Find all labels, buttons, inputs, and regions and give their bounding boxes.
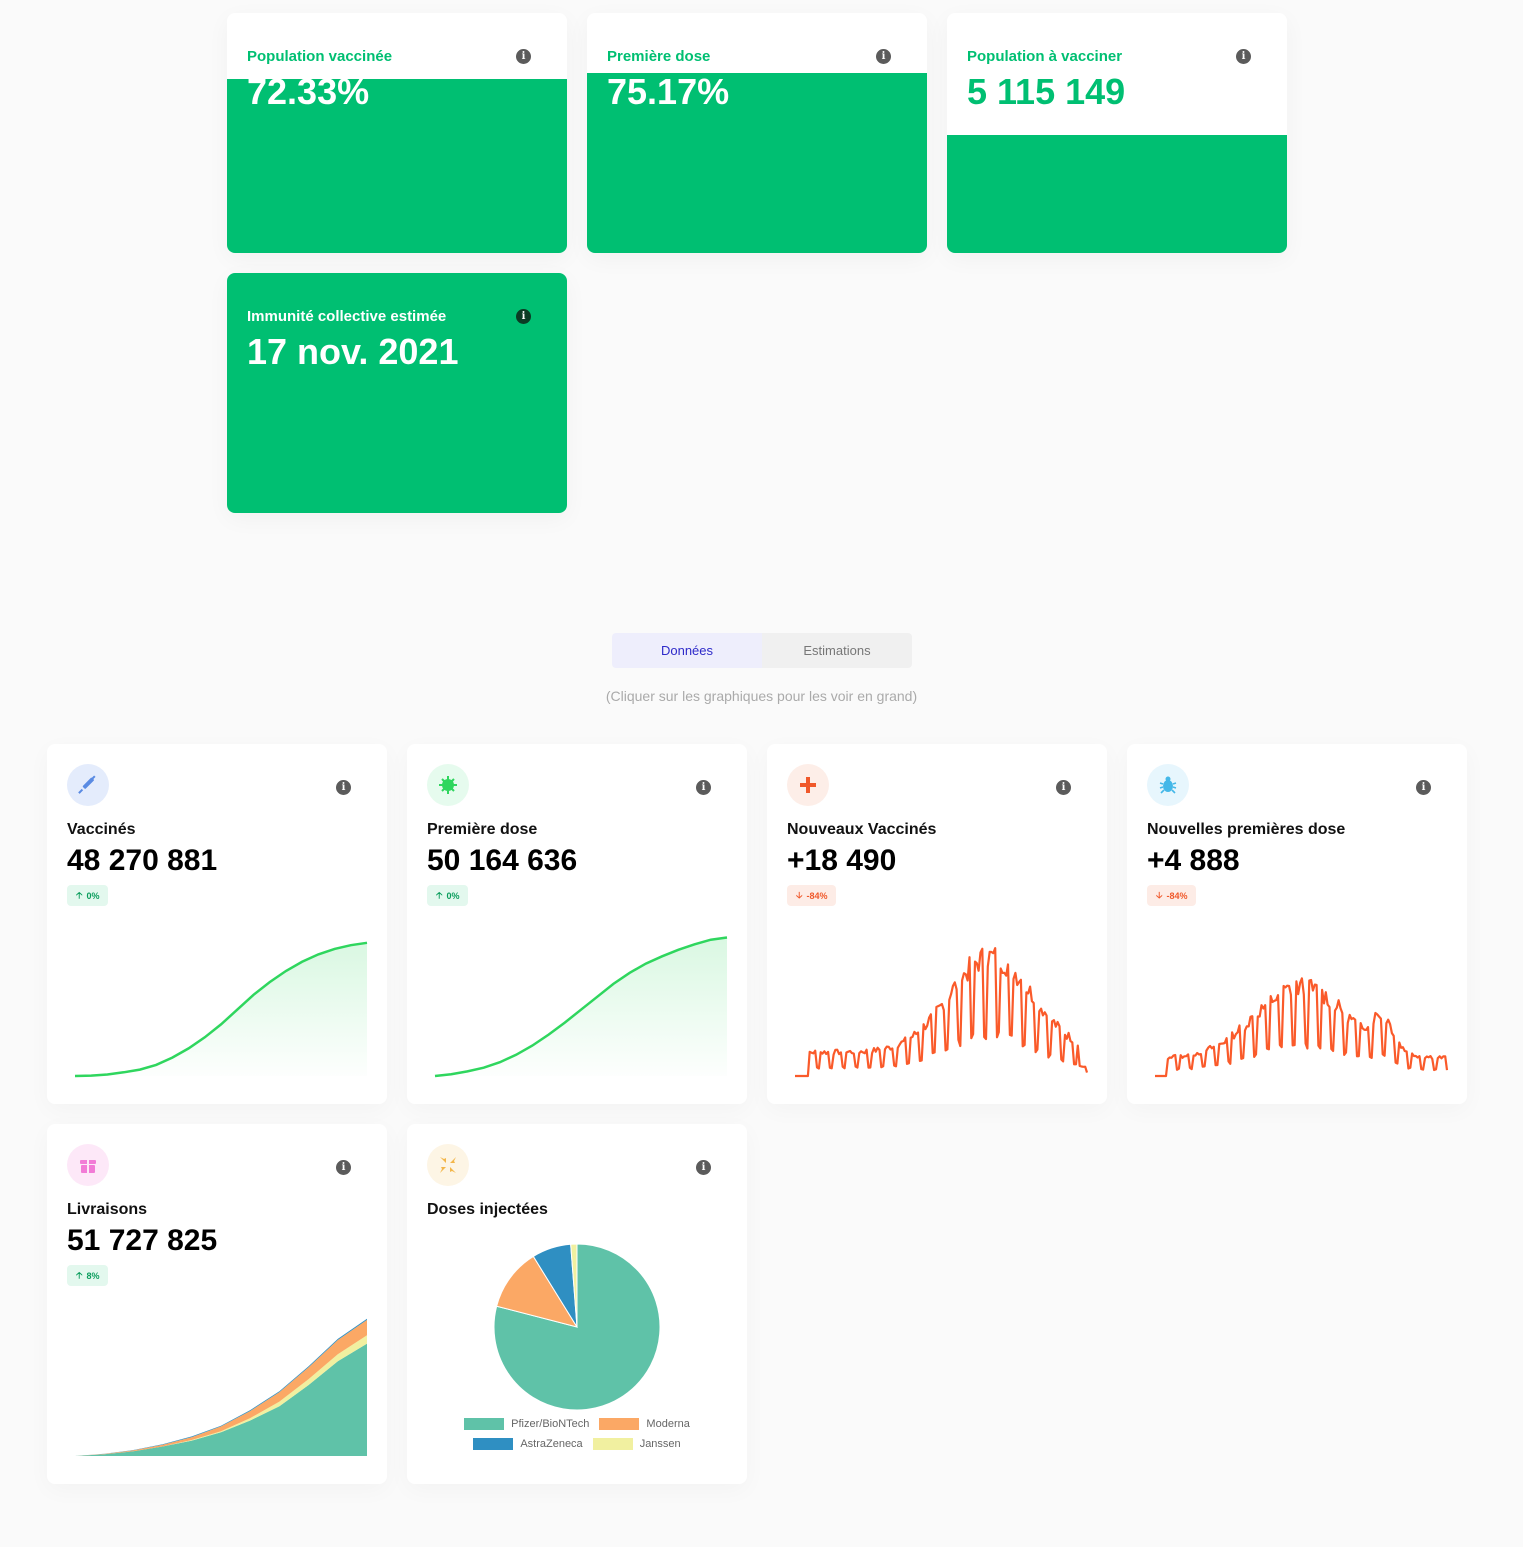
info-icon[interactable] bbox=[876, 49, 891, 64]
avatar bbox=[1147, 764, 1189, 806]
arrow-down-icon: 🡣 bbox=[1156, 889, 1163, 900]
legend-swatch bbox=[464, 1418, 505, 1430]
stat-value: 75.17% bbox=[607, 71, 730, 112]
card-value: +18 490 bbox=[787, 844, 897, 877]
stat-card-population-vaccinee[interactable]: Population vaccinée 72.33% bbox=[227, 13, 567, 253]
chart-vaccines[interactable] bbox=[47, 924, 387, 1084]
card-title: Doses injectées bbox=[427, 1201, 548, 1218]
stat-value: 17 nov. 2021 bbox=[247, 331, 459, 372]
stat-value: 72.33% bbox=[247, 71, 370, 112]
chart-area bbox=[75, 942, 367, 1076]
avatar bbox=[427, 764, 469, 806]
card-title: Nouvelles premières dose bbox=[1147, 821, 1346, 838]
chart-nouvelles-premieres-dose[interactable] bbox=[1127, 924, 1467, 1084]
card-title: Livraisons bbox=[67, 1201, 148, 1218]
chart-line bbox=[1155, 977, 1449, 1078]
view-tabs: Données Estimations bbox=[612, 633, 912, 668]
info-icon[interactable] bbox=[696, 780, 711, 795]
tab-estimations[interactable]: Estimations bbox=[762, 633, 912, 668]
click-hint: (Cliquer sur les graphiques pour les voi… bbox=[605, 688, 918, 704]
arrow-up-icon: 🡡 bbox=[76, 889, 83, 900]
badge-value: 8% bbox=[86, 1270, 100, 1281]
chart-area bbox=[435, 937, 727, 1076]
avatar bbox=[67, 764, 109, 806]
card-premiere-dose[interactable]: Première dose 50 164 636 🡡0% bbox=[407, 744, 747, 1104]
stat-label: Population vaccinée bbox=[247, 48, 393, 65]
legend-swatch bbox=[599, 1418, 640, 1430]
info-icon[interactable] bbox=[1236, 49, 1251, 64]
trend-badge: 🡡 8% bbox=[67, 1265, 109, 1286]
stat-label: Population à vacciner bbox=[967, 48, 1123, 65]
card-vaccines[interactable]: Vaccinés 48 270 881 🡡0% bbox=[47, 744, 387, 1104]
legend-item[interactable]: Pfizer/BioNTech bbox=[464, 1418, 589, 1430]
info-icon[interactable] bbox=[516, 49, 531, 64]
card-value: 51 727 825 bbox=[67, 1224, 218, 1257]
syringe-icon bbox=[78, 775, 96, 794]
legend-label: Janssen bbox=[639, 1438, 681, 1450]
info-icon[interactable] bbox=[516, 309, 531, 324]
pie-chart-doses[interactable] bbox=[477, 1236, 677, 1416]
card-nouveaux-vaccines[interactable]: Nouveaux Vaccinés +18 490 🡣-84% bbox=[767, 744, 1107, 1104]
card-title: Nouveaux Vaccinés bbox=[787, 821, 937, 838]
avatar bbox=[427, 1144, 469, 1186]
progress-fill bbox=[947, 135, 1287, 253]
badge-value: -84% bbox=[806, 890, 828, 901]
chart-line bbox=[795, 947, 1089, 1078]
legend-swatch bbox=[592, 1438, 633, 1450]
card-title: Vaccinés bbox=[67, 821, 136, 838]
card-value: 48 270 881 bbox=[67, 844, 218, 877]
info-icon[interactable] bbox=[336, 1160, 351, 1175]
stat-card-population-a-vacciner[interactable]: Population à vacciner 5 115 149 bbox=[947, 13, 1287, 253]
arrow-up-icon: 🡡 bbox=[76, 1269, 83, 1280]
badge-value: 0% bbox=[86, 890, 100, 901]
legend-label: Pfizer/BioNTech bbox=[511, 1418, 590, 1430]
badge-value: 0% bbox=[446, 890, 460, 901]
box-icon bbox=[80, 1160, 96, 1173]
arrow-up-icon: 🡡 bbox=[436, 889, 443, 900]
card-nouvelles-premieres-dose[interactable]: Nouvelles premières dose +4 888 🡣-84% bbox=[1127, 744, 1467, 1104]
card-livraisons[interactable]: Livraisons 51 727 825 🡡8% bbox=[47, 1124, 387, 1484]
legend-item[interactable]: AstraZeneca bbox=[473, 1438, 583, 1450]
info-icon[interactable] bbox=[1416, 780, 1431, 795]
stat-card-immunite-collective[interactable]: Immunité collective estimée 17 nov. 2021 bbox=[227, 273, 567, 513]
chart-premiere-dose[interactable] bbox=[407, 924, 747, 1084]
trend-badge: 🡣 -84% bbox=[787, 885, 837, 906]
legend-item[interactable]: Janssen bbox=[592, 1438, 681, 1450]
chart-nouveaux-vaccines[interactable] bbox=[767, 924, 1107, 1084]
bug-icon bbox=[1159, 776, 1177, 794]
trend-badge: 🡡 0% bbox=[67, 885, 109, 906]
legend-label: Moderna bbox=[646, 1418, 690, 1430]
virus-icon bbox=[439, 776, 457, 794]
info-icon[interactable] bbox=[696, 1160, 711, 1175]
card-doses-injectees[interactable]: Doses injectées Pfizer/BioNTech Moderna … bbox=[407, 1124, 747, 1484]
card-value: 50 164 636 bbox=[427, 844, 578, 877]
legend-swatch bbox=[473, 1438, 514, 1450]
stat-label: Immunité collective estimée bbox=[247, 308, 447, 325]
avatar bbox=[67, 1144, 109, 1186]
info-icon[interactable] bbox=[336, 780, 351, 795]
chart-livraisons[interactable] bbox=[47, 1304, 387, 1464]
badge-value: -84% bbox=[1166, 890, 1188, 901]
pie-legend: Pfizer/BioNTech Moderna AstraZeneca Jans… bbox=[407, 1418, 747, 1458]
stat-label: Première dose bbox=[607, 48, 711, 65]
arrow-down-icon: 🡣 bbox=[796, 889, 803, 900]
legend-item[interactable]: Moderna bbox=[599, 1418, 690, 1430]
trend-badge: 🡡 0% bbox=[427, 885, 469, 906]
card-value: +4 888 bbox=[1147, 844, 1240, 877]
plus-icon bbox=[800, 777, 816, 793]
stat-value: 5 115 149 bbox=[967, 71, 1126, 112]
card-title: Première dose bbox=[427, 821, 538, 838]
trend-badge: 🡣 -84% bbox=[1147, 885, 1197, 906]
tab-donnees[interactable]: Données bbox=[612, 633, 762, 668]
info-icon[interactable] bbox=[1056, 780, 1071, 795]
legend-label: AstraZeneca bbox=[520, 1438, 583, 1450]
avatar bbox=[787, 764, 829, 806]
stat-card-premiere-dose[interactable]: Première dose 75.17% bbox=[587, 13, 927, 253]
compress-icon bbox=[440, 1157, 456, 1173]
